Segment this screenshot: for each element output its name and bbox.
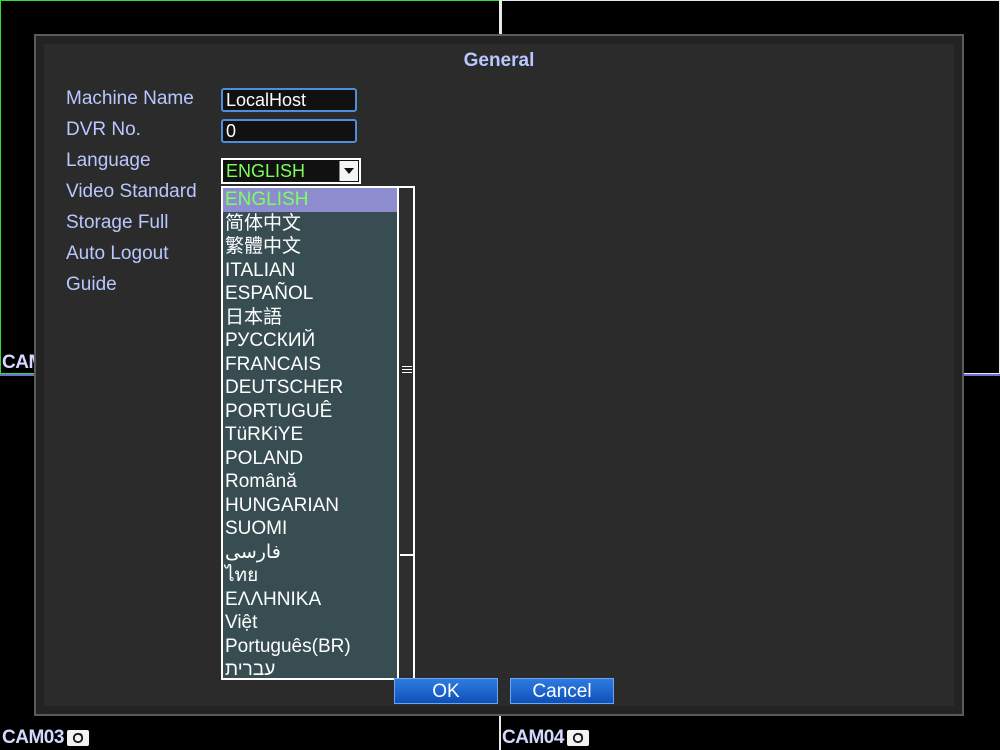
language-option[interactable]: FRANCAIS — [223, 353, 397, 377]
language-option[interactable]: ไทย — [223, 564, 397, 588]
dialog-title: General — [463, 50, 535, 71]
language-option[interactable]: ENGLISH — [223, 188, 397, 212]
camera-3-label: CAM03 — [2, 727, 89, 749]
camera-4-label-text: CAM04 — [502, 727, 564, 748]
language-option[interactable]: ESPAÑOL — [223, 282, 397, 306]
dvr-no-input[interactable]: 0 — [221, 119, 357, 143]
language-option[interactable]: HUNGARIAN — [223, 494, 397, 518]
language-select[interactable]: ENGLISH — [221, 158, 361, 184]
record-cycle-icon — [66, 730, 89, 746]
scrollbar-thumb[interactable] — [400, 188, 413, 556]
scrollbar-grip-icon — [402, 366, 412, 376]
language-option[interactable]: SUOMI — [223, 517, 397, 541]
language-select-value: ENGLISH — [226, 161, 306, 181]
language-option[interactable]: ITALIAN — [223, 259, 397, 283]
chevron-down-icon[interactable] — [339, 161, 358, 181]
language-option[interactable]: POLAND — [223, 447, 397, 471]
storage-full-label: Storage Full — [66, 212, 169, 233]
camera-4-label: CAM04 — [502, 727, 589, 749]
record-cycle-icon — [566, 730, 589, 746]
machine-name-label: Machine Name — [66, 88, 194, 109]
language-option[interactable]: Việt — [223, 611, 397, 635]
language-option[interactable]: 简体中文 — [223, 212, 397, 236]
ok-button[interactable]: OK — [394, 678, 498, 704]
dropdown-scrollbar[interactable] — [397, 188, 413, 678]
language-option[interactable]: 繁體中文 — [223, 235, 397, 259]
camera-3-label-text: CAM03 — [2, 727, 64, 748]
video-standard-label: Video Standard — [66, 181, 197, 202]
language-label: Language — [66, 150, 151, 171]
dvr-no-label: DVR No. — [66, 119, 141, 140]
language-options: ENGLISH 简体中文 繁體中文 ITALIAN ESPAÑOL 日本語 РУССКИЙ F… — [223, 188, 397, 678]
dialog-body: General Machine Name LocalHost DVR No. 0… — [44, 44, 954, 706]
language-option[interactable]: עברית — [223, 658, 397, 678]
guide-label: Guide — [66, 274, 117, 295]
cancel-button[interactable]: Cancel — [510, 678, 614, 704]
language-option[interactable]: РУССКИЙ — [223, 329, 397, 353]
general-settings-dialog: General Machine Name LocalHost DVR No. 0… — [34, 34, 964, 716]
auto-logout-label: Auto Logout — [66, 243, 169, 264]
language-dropdown-list[interactable]: ENGLISH 简体中文 繁體中文 ITALIAN ESPAÑOL 日本語 РУССКИЙ F… — [221, 186, 415, 680]
language-option[interactable]: 日本語 — [223, 306, 397, 330]
language-option[interactable]: فارسی — [223, 541, 397, 565]
language-option[interactable]: Română — [223, 470, 397, 494]
language-option[interactable]: TüRKiYE — [223, 423, 397, 447]
language-option[interactable]: Português(BR) — [223, 635, 397, 659]
machine-name-input[interactable]: LocalHost — [221, 88, 357, 112]
language-option[interactable]: DEUTSCHER — [223, 376, 397, 400]
language-option[interactable]: PORTUGUÊ — [223, 400, 397, 424]
language-option[interactable]: ΕΛΛΗΝΙΚΑ — [223, 588, 397, 612]
